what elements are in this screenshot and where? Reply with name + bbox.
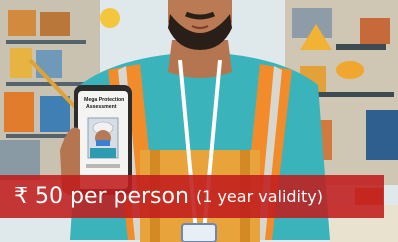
hardhat-prop (336, 61, 364, 79)
price-text: ₹ 50 per person (14, 183, 189, 209)
id-card-title: Mega Protection (84, 97, 124, 103)
badge-icon (100, 8, 120, 28)
price-banner: ₹ 50 per person (1 year validity) (0, 175, 384, 218)
id-card-subtitle: Assessment (86, 104, 117, 110)
lanyard-badge (181, 223, 217, 242)
illustration-frame: Mega Protection Assessment ₹ 50 per pers… (0, 0, 398, 242)
validity-text: (1 year validity) (195, 186, 323, 206)
